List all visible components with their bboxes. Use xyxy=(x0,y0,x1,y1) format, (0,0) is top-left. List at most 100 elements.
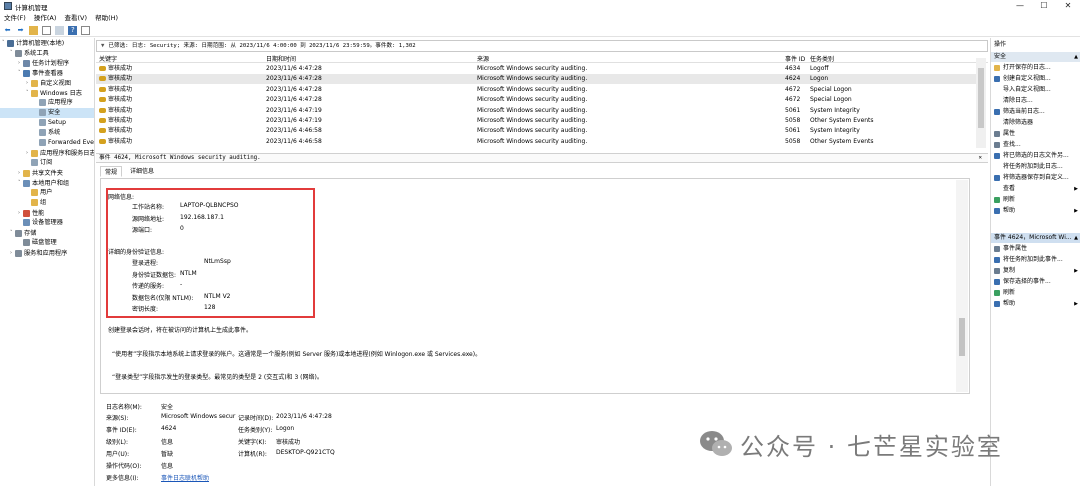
online-help-link[interactable]: 事件日志联机帮助 xyxy=(161,473,209,482)
maximize-button[interactable]: ☐ xyxy=(1032,0,1056,12)
action-label: 清除筛选器 xyxy=(1003,119,1034,126)
action-item[interactable]: 查找... xyxy=(991,140,1080,150)
action-item[interactable]: 打开保存的日志... xyxy=(991,63,1080,73)
cell-eventid: 4672 xyxy=(785,96,801,104)
action-item[interactable]: 清除日志... xyxy=(991,96,1080,106)
back-icon[interactable]: ⬅ xyxy=(3,26,12,35)
cell-category: System Integrity xyxy=(810,106,860,114)
menu-action[interactable]: 操作(A) xyxy=(34,14,57,22)
action-item[interactable]: 帮助 ▶ xyxy=(991,206,1080,216)
show-hide-tree-icon[interactable] xyxy=(42,26,52,35)
tree-item[interactable]: 设备管理器 xyxy=(0,218,94,228)
tree-item[interactable]: 磁盘管理 xyxy=(0,238,94,248)
action-item[interactable]: 将已筛选的日志文件另... xyxy=(991,151,1080,161)
action-icon xyxy=(994,245,1000,252)
tree-item[interactable]: › 服务和应用程序 xyxy=(0,248,94,258)
action-item[interactable]: 导入自定义视图... xyxy=(991,85,1080,95)
description-scrollbar[interactable] xyxy=(956,180,968,392)
up-folder-icon[interactable] xyxy=(29,26,39,35)
action-item[interactable]: 创建自定义视图... xyxy=(991,74,1080,84)
tree-item[interactable]: Setup xyxy=(0,118,94,128)
taskcat-value: Logon xyxy=(276,425,295,432)
action-icon xyxy=(994,108,1000,115)
action-item[interactable]: 保存选择的事件... xyxy=(991,277,1080,287)
table-row[interactable]: 审核成功 2023/11/6 4:47:19 Microsoft Windows s… xyxy=(96,116,976,126)
table-row[interactable]: 审核成功 2023/11/6 4:47:28 Microsoft Windows s… xyxy=(96,95,976,105)
submenu-arrow-icon: ▶ xyxy=(1074,186,1078,192)
tree-item[interactable]: › 自定义视图 xyxy=(0,78,94,88)
keyword-value: 审核成功 xyxy=(276,439,301,446)
action-item[interactable]: 筛选当前日志... xyxy=(991,107,1080,117)
table-row[interactable]: 审核成功 2023/11/6 4:47:19 Microsoft Windows s… xyxy=(96,106,976,116)
actions-section-security[interactable]: 安全 ▲ xyxy=(991,52,1080,62)
col-datetime[interactable]: 日期和时间 xyxy=(266,54,296,63)
action-item[interactable]: 刷新 xyxy=(991,195,1080,205)
tree-item[interactable]: 组 xyxy=(0,198,94,208)
tree-item[interactable]: 系统 xyxy=(0,128,94,138)
action-item[interactable]: 帮助 ▶ xyxy=(991,299,1080,309)
menu-help[interactable]: 帮助(H) xyxy=(95,14,118,22)
action-icon xyxy=(994,130,1000,137)
col-source[interactable]: 来源 xyxy=(477,54,489,63)
tree-item[interactable]: ˅ Windows 日志 xyxy=(0,88,94,98)
table-row[interactable]: 审核成功 2023/11/6 4:47:28 Microsoft Windows s… xyxy=(96,64,976,74)
help-icon[interactable]: ? xyxy=(68,26,78,35)
menu-view[interactable]: 查看(V) xyxy=(65,14,88,22)
tree-item[interactable]: 用户 xyxy=(0,188,94,198)
action-item[interactable]: 属性 xyxy=(991,129,1080,139)
action-item[interactable]: 将任务附加到此事件... xyxy=(991,255,1080,265)
tree-item[interactable]: › 任务计划程序 xyxy=(0,58,94,68)
col-keyword[interactable]: 关键字 xyxy=(99,54,117,63)
col-eventid[interactable]: 事件 ID xyxy=(785,54,805,63)
tree-item[interactable]: ˅ 存储 xyxy=(0,228,94,238)
collapse-icon[interactable]: ▲ xyxy=(1074,52,1078,62)
action-item[interactable]: 将任务附加到此日志... xyxy=(991,162,1080,172)
tree-item[interactable]: ˅ 本地用户和组 xyxy=(0,178,94,188)
action-item[interactable]: 清除筛选器 xyxy=(991,118,1080,128)
action-item[interactable]: 将筛选器保存到自定义... xyxy=(991,173,1080,183)
cell-source: Microsoft Windows security auditing. xyxy=(477,127,588,135)
tree-item[interactable]: › 性能 xyxy=(0,208,94,218)
tree-node-icon xyxy=(39,98,46,106)
tree-item[interactable]: ˅ 系统工具 xyxy=(0,48,94,58)
event-list-scrollbar[interactable] xyxy=(976,58,986,148)
keyword-label: 关键字(K): xyxy=(238,439,267,446)
source-value: Microsoft Windows secur xyxy=(161,413,236,420)
forward-icon[interactable]: ➡ xyxy=(16,26,25,35)
action-icon xyxy=(994,186,1000,192)
actions-section-event[interactable]: 事件 4624，Microsoft Wi... ▲ xyxy=(991,233,1080,243)
key-icon xyxy=(99,97,106,103)
tree-item[interactable]: ˅ 计算机管理(本地) xyxy=(0,38,94,48)
action-item[interactable]: 复制 ▶ xyxy=(991,266,1080,276)
table-row[interactable]: 审核成功 2023/11/6 4:47:28 Microsoft Windows s… xyxy=(96,74,976,85)
tree-item[interactable]: › 共享文件夹 xyxy=(0,168,94,178)
tree-item[interactable]: 应用程序 xyxy=(0,98,94,108)
menu-file[interactable]: 文件(F) xyxy=(4,14,26,22)
tree-item[interactable]: ˅ 事件查看器 xyxy=(0,68,94,78)
action-item[interactable]: 刷新 xyxy=(991,288,1080,298)
tree-item[interactable]: Forwarded Eve xyxy=(0,138,94,148)
tree-node-icon xyxy=(39,128,46,136)
close-detail-icon[interactable]: ✕ xyxy=(979,154,983,163)
table-row[interactable]: 审核成功 2023/11/6 4:46:58 Microsoft Windows s… xyxy=(96,126,976,136)
tree-item[interactable]: 订阅 xyxy=(0,158,94,168)
tree-item-label: 设备管理器 xyxy=(32,219,63,226)
action-item[interactable]: 查看 ▶ xyxy=(991,184,1080,194)
collapse-icon[interactable]: ▲ xyxy=(1074,233,1078,243)
key-icon xyxy=(99,118,106,123)
tree-item-label: 应用程序和服务日志 xyxy=(40,150,95,157)
table-row[interactable]: 审核成功 2023/11/6 4:46:58 Microsoft Windows s… xyxy=(96,137,976,147)
table-row[interactable]: 审核成功 2023/11/6 4:47:28 Microsoft Windows s… xyxy=(96,85,976,95)
tree-node-icon xyxy=(23,59,30,67)
action-item[interactable]: 事件属性 xyxy=(991,244,1080,254)
properties-icon[interactable] xyxy=(55,26,65,35)
tab-details[interactable]: 详细信息 xyxy=(126,166,158,177)
col-category[interactable]: 任务类别 xyxy=(810,54,834,63)
tree-item[interactable]: 安全 xyxy=(0,108,94,118)
view-icon[interactable] xyxy=(81,26,91,35)
close-button[interactable]: ✕ xyxy=(1056,0,1080,12)
watermark-text: 公众号 · 七芒星实验室 xyxy=(740,433,1003,461)
tab-general[interactable]: 常规 xyxy=(100,166,123,177)
minimize-button[interactable]: — xyxy=(1008,0,1032,12)
tree-item[interactable]: › 应用程序和服务日志 xyxy=(0,148,94,158)
